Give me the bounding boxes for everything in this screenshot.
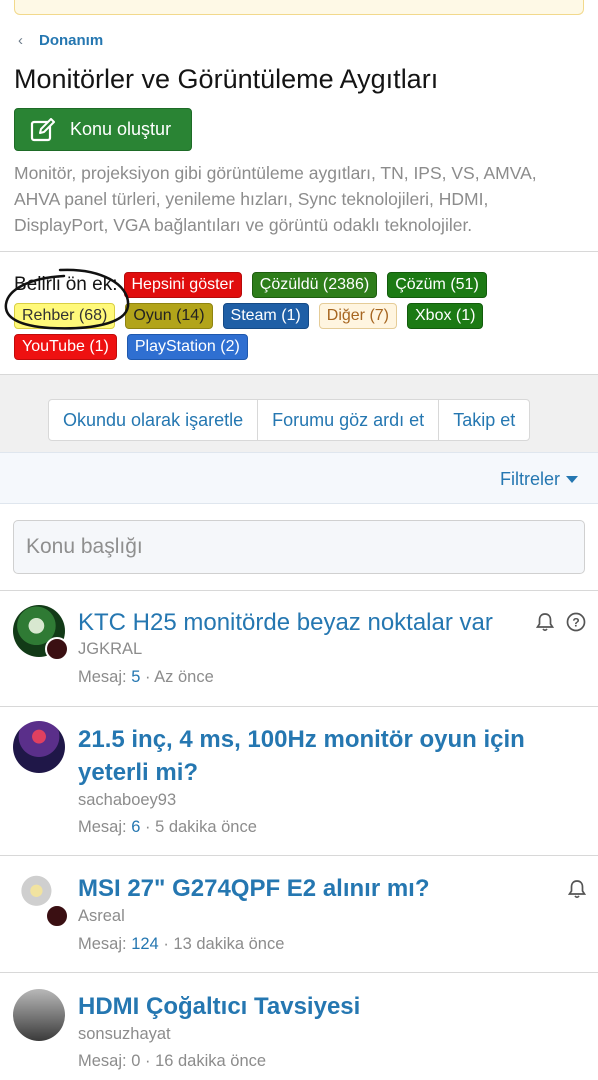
thread-title[interactable]: HDMI Çoğaltıcı Tavsiyesi	[78, 990, 360, 1023]
svg-text:?: ?	[572, 616, 579, 630]
question-circle-icon: ?	[566, 612, 586, 632]
caret-down-icon	[566, 476, 578, 483]
prefix-tag-all[interactable]: Hepsini göster	[123, 272, 242, 298]
reply-count: 5	[131, 668, 141, 686]
divider	[0, 251, 598, 252]
forum-actions: Okundu olarak işaretle Forumu göz ardı e…	[48, 399, 531, 441]
forum-description: Monitör, projeksiyon gibi görüntüleme ay…	[14, 163, 537, 235]
thread-time: · 16 dakika önce	[144, 1052, 267, 1070]
chevron-left-icon: ‹	[18, 32, 23, 49]
create-thread-label: Konu oluştur	[70, 119, 172, 139]
avatar[interactable]	[13, 989, 65, 1041]
thread-title[interactable]: 21.5 inç, 4 ms, 100Hz monitör oyun için …	[78, 723, 525, 789]
prefix-tag-solved[interactable]: Çözüldü (2386)	[251, 272, 378, 298]
thread-author[interactable]: JGKRAL	[78, 640, 142, 659]
filters-button[interactable]: Filtreler	[500, 469, 578, 490]
thread-author[interactable]: Asreal	[78, 907, 125, 926]
reply-count: 0	[131, 1052, 141, 1070]
thread-item[interactable]: 21.5 inç, 4 ms, 100Hz monitör oyun için …	[0, 707, 598, 855]
thread-time: · 13 dakika önce	[163, 935, 285, 953]
thread-meta: Mesaj: 6 · 5 dakika önce	[78, 818, 257, 837]
page-title: Monitörler ve Görüntüleme Aygıtları	[14, 64, 439, 94]
create-thread-button[interactable]: Konu oluştur	[14, 108, 192, 151]
edit-icon	[30, 117, 55, 141]
last-poster-avatar[interactable]	[45, 904, 69, 928]
thread-item[interactable]: KTC H25 monitörde beyaz noktalar var JGK…	[0, 591, 598, 706]
filter-bar: Filtreler	[0, 452, 598, 504]
thread-item[interactable]: MSI 27" G274QPF E2 alınır mı? Asreal Mes…	[0, 856, 598, 972]
ignore-forum-button[interactable]: Forumu göz ardı et	[258, 400, 440, 440]
thread-status-icons: ?	[524, 612, 586, 632]
breadcrumb[interactable]: ‹ Donanım	[18, 32, 103, 49]
follow-button[interactable]: Takip et	[439, 400, 529, 440]
prefix-tag-steam[interactable]: Steam (1)	[222, 303, 309, 329]
breadcrumb-link[interactable]: Donanım	[39, 32, 103, 49]
thread-title[interactable]: MSI 27" G274QPF E2 alınır mı?	[78, 872, 430, 905]
filters-label: Filtreler	[499, 469, 560, 489]
thread-meta: Mesaj: 5 · Az önce	[78, 668, 214, 687]
thread-meta: Mesaj: 0 · 16 dakika önce	[78, 1052, 266, 1071]
prefix-tag-solution[interactable]: Çözüm (51)	[387, 272, 487, 298]
thread-status-icons	[556, 879, 586, 899]
avatar[interactable]	[13, 721, 65, 773]
thread-title-line: yeterli mi?	[78, 759, 199, 786]
thread-author[interactable]: sachaboey93	[78, 791, 176, 810]
thread-item[interactable]: HDMI Çoğaltıcı Tavsiyesi sonsuzhayat Mes…	[0, 973, 598, 1080]
last-poster-avatar[interactable]	[45, 637, 69, 661]
prefix-tag-playstation[interactable]: PlayStation (2)	[126, 334, 248, 360]
thread-time: · 5 dakika önce	[144, 818, 257, 836]
mark-read-button[interactable]: Okundu olarak işaretle	[49, 400, 259, 440]
bell-icon	[568, 879, 586, 899]
meta-label: Mesaj:	[78, 818, 127, 836]
meta-label: Mesaj:	[78, 668, 127, 686]
prefix-tag-other[interactable]: Diğer (7)	[318, 303, 397, 329]
hand-drawn-circle	[4, 268, 130, 330]
thread-title[interactable]: KTC H25 monitörde beyaz noktalar var	[78, 606, 493, 639]
thread-time: · Az önce	[144, 668, 214, 686]
meta-label: Mesaj:	[78, 1052, 127, 1070]
notice-banner	[14, 0, 584, 15]
reply-count: 6	[131, 818, 141, 836]
thread-author[interactable]: sonsuzhayat	[78, 1025, 171, 1044]
thread-title-input[interactable]	[13, 520, 585, 574]
prefix-tag-xbox[interactable]: Xbox (1)	[407, 303, 484, 329]
bell-icon	[536, 612, 554, 632]
meta-label: Mesaj:	[78, 935, 127, 953]
thread-meta: Mesaj: 124 · 13 dakika önce	[78, 935, 284, 954]
thread-title-line: 21.5 inç, 4 ms, 100Hz monitör oyun için	[78, 726, 525, 753]
reply-count: 124	[131, 935, 159, 953]
